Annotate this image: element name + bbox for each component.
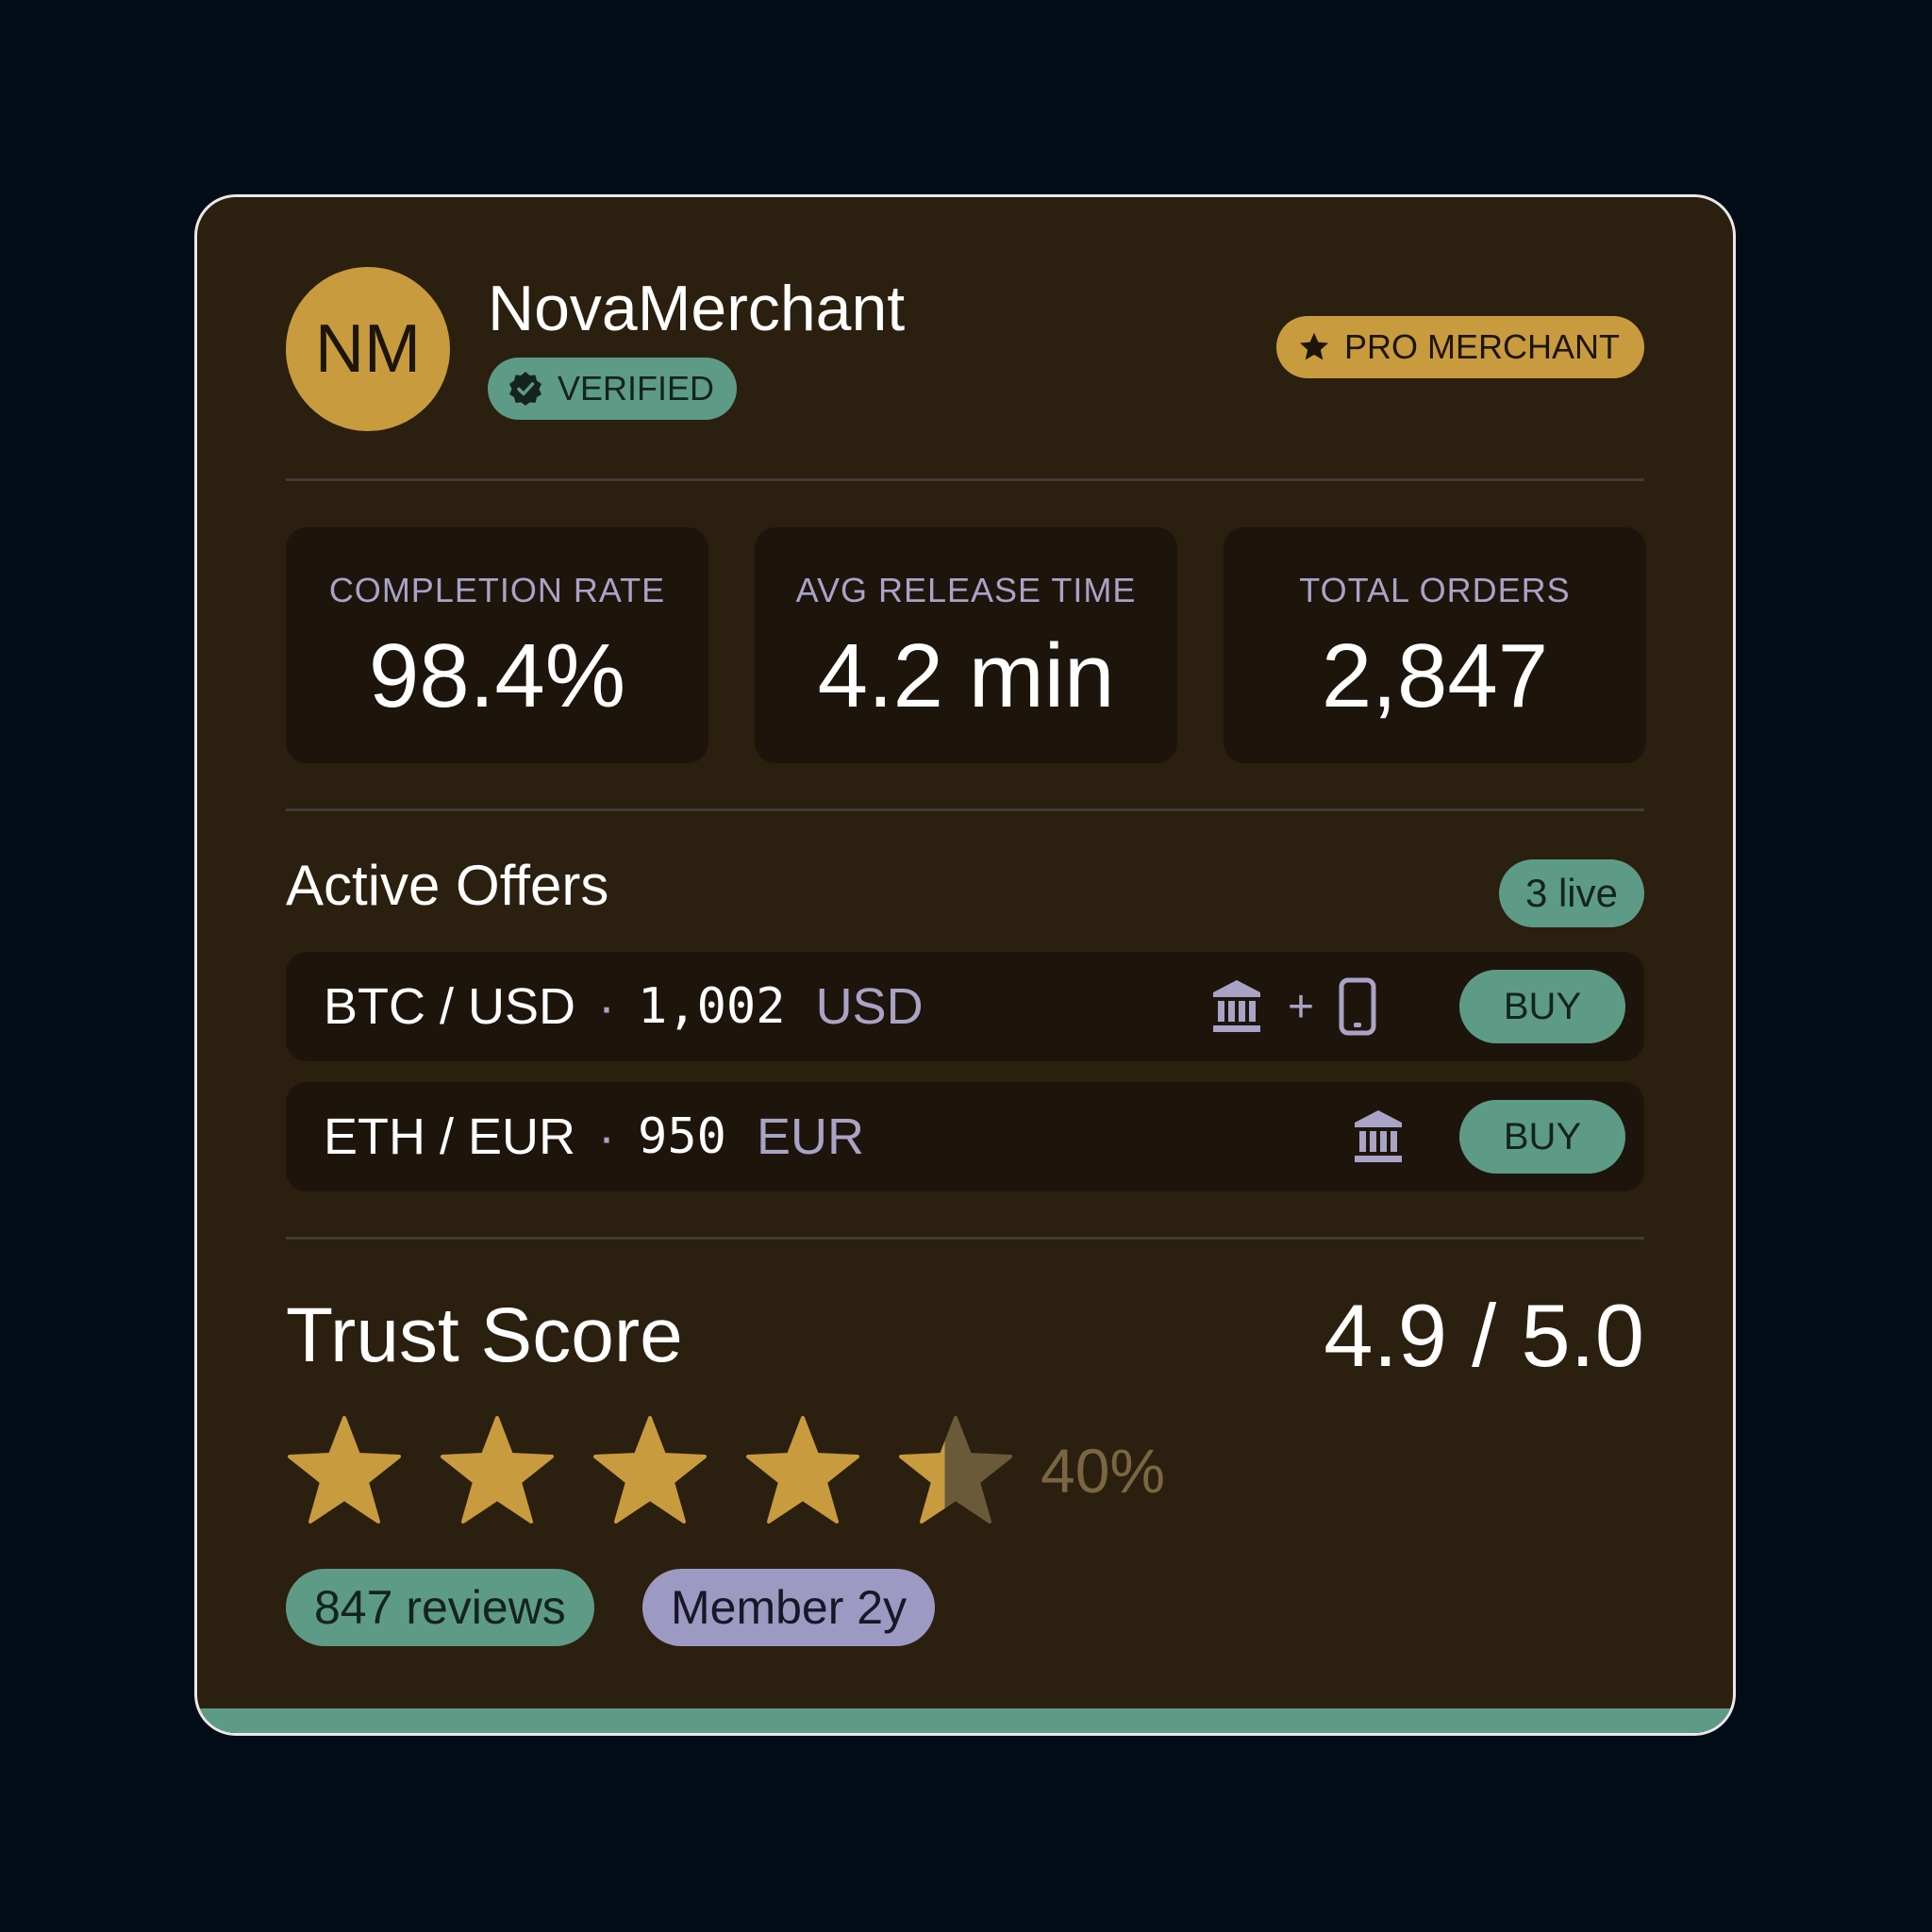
- star-icon: [1299, 332, 1328, 360]
- stat-label: TOTAL ORDERS: [1299, 571, 1571, 609]
- stat-avg-release-time: AVG RELEASE TIME 4.2 min: [755, 527, 1177, 763]
- partial-star-percent: 40%: [1041, 1436, 1166, 1506]
- merchant-name: NovaMerchant: [488, 273, 906, 344]
- payment-methods: [1352, 1082, 1405, 1191]
- bank-icon: [1355, 1110, 1402, 1162]
- offer-row-btc-usd: BTC / USD · 1,002 USD + BUY: [286, 952, 1644, 1061]
- verified-label: VERIFIED: [558, 369, 715, 408]
- stat-total-orders: TOTAL ORDERS 2,847: [1224, 527, 1646, 763]
- payment-joiner: +: [1288, 981, 1315, 1032]
- stat-value: 2,847: [1321, 625, 1549, 726]
- offer-pair: ETH / EUR: [324, 1108, 576, 1165]
- separator-dot: ·: [598, 1108, 616, 1165]
- stat-value: 98.4%: [368, 625, 626, 726]
- buy-button[interactable]: BUY: [1459, 1100, 1625, 1174]
- divider: [286, 808, 1644, 811]
- offer-pair: BTC / USD: [324, 978, 576, 1035]
- stat-completion-rate: COMPLETION RATE 98.4%: [286, 527, 708, 763]
- trust-score-value: 4.9 / 5.0: [1324, 1286, 1644, 1385]
- accent-bar: [197, 1708, 1733, 1733]
- star-full-icon: [441, 1416, 554, 1524]
- divider: [286, 478, 1644, 481]
- merchant-card: NM NovaMerchant VERIFIED PRO MERCHANT CO…: [194, 194, 1736, 1736]
- avatar: NM: [286, 267, 450, 431]
- stat-label: AVG RELEASE TIME: [795, 571, 1137, 609]
- offer-currency: USD: [815, 978, 924, 1035]
- trust-score-title: Trust Score: [286, 1292, 683, 1378]
- star-full-icon: [288, 1416, 401, 1524]
- star-full-icon: [593, 1416, 707, 1524]
- offer-summary: BTC / USD · 1,002 USD: [324, 952, 924, 1061]
- stat-label: COMPLETION RATE: [328, 571, 666, 609]
- bank-icon: [1213, 980, 1260, 1032]
- member-since-chip: Member 2y: [642, 1569, 936, 1646]
- star-full-icon: [746, 1416, 859, 1524]
- offer-row-eth-eur: ETH / EUR · 950 EUR BUY: [286, 1082, 1644, 1191]
- offer-amount: 1,002: [638, 978, 786, 1035]
- divider: [286, 1237, 1644, 1240]
- buy-button[interactable]: BUY: [1459, 970, 1625, 1043]
- offer-currency: EUR: [756, 1108, 864, 1165]
- verified-check-icon: [509, 372, 541, 406]
- offer-amount: 950: [638, 1108, 726, 1165]
- pro-merchant-badge: PRO MERCHANT: [1275, 316, 1644, 378]
- pro-merchant-label: PRO MERCHANT: [1343, 327, 1620, 366]
- separator-dot: ·: [598, 978, 616, 1035]
- offer-summary: ETH / EUR · 950 EUR: [324, 1082, 864, 1191]
- verified-badge: VERIFIED: [488, 358, 738, 420]
- star-rating: 40%: [286, 1414, 1165, 1527]
- active-offers-title: Active Offers: [286, 854, 609, 917]
- mobile-phone-icon: [1339, 977, 1376, 1036]
- payment-methods: +: [1210, 952, 1376, 1061]
- reviews-chip[interactable]: 847 reviews: [286, 1569, 594, 1646]
- stat-value: 4.2 min: [817, 625, 1115, 726]
- star-partial-icon: [899, 1416, 1012, 1524]
- live-count-badge: 3 live: [1498, 859, 1644, 927]
